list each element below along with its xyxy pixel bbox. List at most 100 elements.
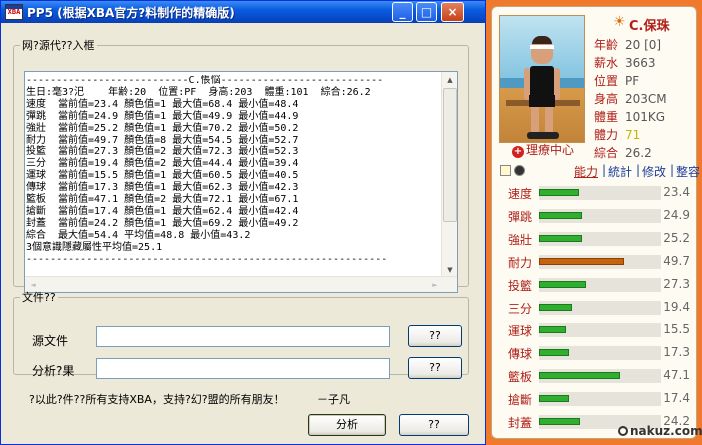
source-file-label: 源文件 — [32, 334, 69, 348]
stat-label: 封蓋 — [508, 416, 533, 430]
stat-value: 49.7 — [663, 253, 690, 268]
info-value: 3663 — [625, 56, 656, 70]
info-row: 綜合 26.2 — [594, 144, 652, 162]
analyze-button[interactable]: 分析 — [308, 414, 386, 436]
app-icon[interactable]: XBA — [5, 4, 23, 20]
info-value: 20 [0] — [625, 38, 662, 52]
stat-bar-fill — [539, 395, 569, 403]
stat-value: 24.9 — [663, 207, 690, 222]
rehab-center-link[interactable]: + 理療中心 — [512, 141, 574, 158]
stat-value: 15.5 — [663, 322, 690, 337]
scroll-up-icon[interactable]: ▲ — [444, 74, 456, 86]
stat-bar-track — [539, 300, 661, 315]
player-card: + 理療中心 ☀ C.保珠 年齡 20 [0] 薪水 3663 位置 PF 身高 203CM 體重… — [491, 6, 700, 439]
output-text: ---------------------------C.悵悩---------… — [26, 75, 441, 266]
stat-row: 投籃 27.3 — [500, 273, 692, 295]
scroll-thumb[interactable] — [443, 88, 457, 222]
stat-bar-track — [539, 254, 661, 269]
rehab-center-label: 理療中心 — [526, 143, 575, 157]
stat-bar-fill — [539, 418, 580, 425]
stat-value: 17.3 — [663, 345, 690, 360]
stat-value: 17.4 — [663, 391, 690, 406]
browse-result-button[interactable]: ?? — [408, 357, 462, 379]
minimize-button[interactable]: _ — [392, 2, 413, 22]
info-row: 身高 203CM — [594, 90, 667, 108]
info-label: 身高 — [594, 92, 619, 106]
info-row: 體重 101KG — [594, 108, 665, 126]
site-watermark: nakuz.com — [618, 424, 702, 438]
tab-edit[interactable]: 修改 — [642, 163, 666, 180]
info-label: 薪水 — [594, 56, 619, 70]
window-title: PP5 (根据XBA官方?料制作的精确版) — [27, 6, 235, 20]
stat-row: 耐力 49.7 — [500, 250, 692, 272]
info-value: 101KG — [625, 110, 666, 124]
info-label: 綜合 — [594, 146, 619, 160]
tab-statistics[interactable]: 統計 — [608, 163, 632, 180]
author-signature: －子凡 — [317, 393, 350, 406]
file-group: 文件?? 源文件 ?? 分析?果 ?? — [13, 289, 469, 379]
stat-row: 三分 19.4 — [500, 296, 692, 318]
stat-label: 彈跳 — [508, 209, 533, 224]
output-line: 三分 當前值=19.4 顏色值=2 最大值=44.4 最小值=39.4 — [26, 158, 299, 170]
stat-bar-fill — [539, 372, 620, 380]
stat-bar-track — [539, 231, 661, 246]
close-button[interactable]: × — [441, 2, 464, 22]
output-line: 速度 當前值=23.4 顏色值=1 最大值=68.4 最小值=48.4 — [26, 98, 299, 110]
stat-bar-track — [539, 346, 661, 361]
main-window: XBA PP5 (根据XBA官方?料制作的精确版) _ □ × 网?源代??入框… — [0, 0, 486, 445]
output-line: ---------------------------C.悵悩---------… — [26, 75, 384, 86]
vertical-scrollbar[interactable]: ▲ ▼ — [441, 72, 457, 278]
stats-tabs: 能力 | 統計 | 修改 | 整容 — [500, 163, 700, 181]
info-value: 203CM — [625, 92, 667, 106]
output-line: 生日:毫3?汜 年齢:20 位置:PF 身高:203 體重:101 綜合:26.… — [26, 86, 371, 98]
stat-bar-track — [539, 323, 661, 338]
info-row: 年齡 20 [0] — [594, 36, 661, 54]
player-portrait — [499, 15, 585, 143]
help-button[interactable]: ?? — [399, 414, 469, 436]
browse-source-button[interactable]: ?? — [408, 325, 462, 347]
output-line: 運球 當前值=15.5 顏色值=1 最大值=60.5 最小值=40.5 — [26, 170, 299, 182]
stat-bar-track — [539, 369, 661, 384]
stat-row: 傳球 17.3 — [500, 341, 692, 363]
stat-label: 投籃 — [508, 278, 533, 293]
tab-ability[interactable]: 能力 — [574, 163, 598, 180]
lock-icon[interactable] — [500, 165, 511, 176]
stat-bar-track — [539, 277, 661, 292]
stat-row: 運球 15.5 — [500, 318, 692, 340]
output-line: 投籃 當前值=27.3 顏色值=2 最大值=72.3 最小值=52.3 — [26, 146, 299, 158]
output-line: 綜合 最大值=54.4 平均值=48.8 最小值=43.2 — [26, 229, 251, 241]
player-name: C.保珠 — [629, 19, 670, 34]
stat-label: 籃板 — [508, 370, 533, 385]
result-input[interactable] — [96, 358, 390, 379]
stat-label: 三分 — [508, 301, 533, 316]
player-panel: + 理療中心 ☀ C.保珠 年齡 20 [0] 薪水 3663 位置 PF 身高 203CM 體重… — [486, 0, 702, 445]
stat-bar-fill — [539, 349, 569, 357]
info-row: 體力 71 — [594, 126, 640, 144]
title-bar[interactable]: XBA PP5 (根据XBA官方?料制作的精确版) _ □ × — [1, 1, 485, 23]
stat-bar-track — [539, 186, 661, 200]
info-value: 71 — [625, 128, 641, 142]
output-line: 封蓋 當前值=24.2 顏色值=1 最大值=69.2 最小值=49.2 — [26, 217, 299, 229]
stat-row: 籃板 47.1 — [500, 364, 692, 386]
medical-cross-icon: + — [512, 146, 524, 158]
output-line: 搶斷 當前值=17.4 顏色值=1 最大值=62.4 最小值=42.4 — [26, 205, 299, 217]
stat-row: 速度 23.4 — [500, 181, 692, 203]
footer-note: ?以此?件??所有支持XBA，支持?幻?盟的所有朋友！ — [29, 393, 285, 406]
stat-value: 47.1 — [663, 368, 690, 383]
scroll-down-icon[interactable]: ▼ — [444, 264, 456, 276]
output-line: 耐力 當前值=49.7 顏色值=8 最大值=54.5 最小值=52.7 — [26, 134, 299, 146]
output-line: 強壯 當前值=25.2 顏色值=1 最大值=70.2 最小值=50.2 — [26, 122, 299, 134]
tab-separator: | — [636, 163, 641, 177]
output-line: 3個意識隱藏屬性平均值=25.1 — [26, 241, 163, 253]
output-line: ----------------------------------------… — [26, 253, 388, 265]
maximize-button[interactable]: □ — [416, 2, 437, 22]
file-group-legend: 文件?? — [22, 291, 56, 304]
output-group-legend: 网?源代??入框 — [22, 39, 95, 52]
source-file-input[interactable] — [96, 326, 390, 347]
output-textarea[interactable]: ---------------------------C.悵悩---------… — [24, 71, 458, 293]
tab-separator: | — [602, 163, 607, 177]
basketball-icon[interactable] — [514, 165, 525, 176]
tab-icons — [500, 165, 530, 179]
stat-value: 27.3 — [663, 276, 690, 291]
tab-appearance[interactable]: 整容 — [676, 163, 700, 180]
